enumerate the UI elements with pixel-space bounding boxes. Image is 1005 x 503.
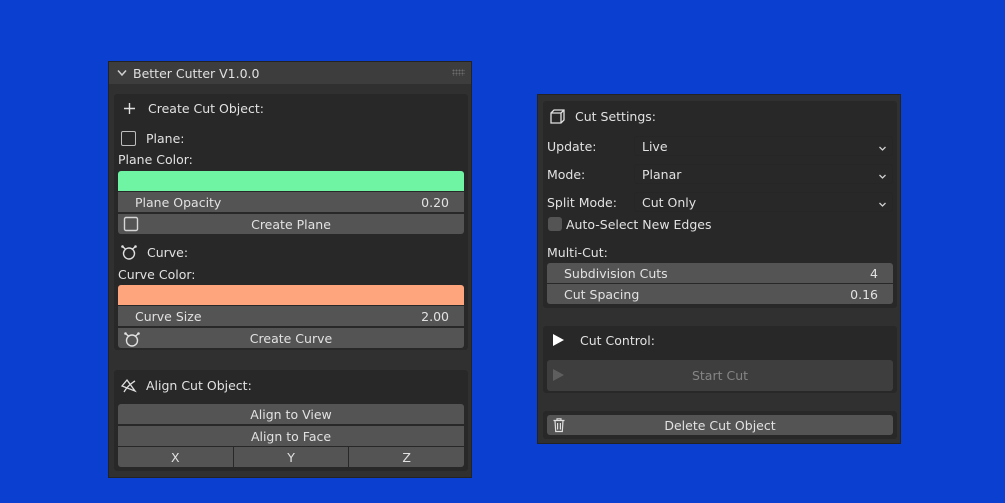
panel-title: Better Cutter V1.0.0: [133, 65, 260, 81]
curve-color-label: Curve Color:: [118, 266, 196, 282]
auto-select-checkbox[interactable]: [548, 217, 562, 231]
cut-settings-section: Cut Settings: Update: Live Mode: Planar …: [543, 101, 897, 308]
create-plane-button[interactable]: Create Plane: [118, 214, 464, 234]
align-section-heading: Align Cut Object:: [120, 375, 252, 395]
delete-cut-object-button[interactable]: Delete Cut Object: [547, 415, 893, 435]
align-to-view-label: Align to View: [250, 406, 332, 422]
curve-size-label: Curve Size: [135, 308, 202, 324]
start-cut-label: Start Cut: [691, 368, 749, 383]
plane-row[interactable]: Plane:: [121, 128, 185, 148]
curve-color-row: Curve Color:: [118, 264, 195, 284]
split-mode-label: Split Mode:: [547, 194, 617, 210]
create-section-heading: Create Cut Object:: [123, 98, 264, 118]
plane-color-swatch[interactable]: [118, 171, 464, 191]
plus-icon: [123, 102, 136, 115]
curve-size-slider[interactable]: Curve Size 2.00: [118, 306, 464, 326]
create-plane-label: Create Plane: [251, 216, 331, 232]
cut-settings-label: Cut Settings:: [575, 108, 657, 124]
split-mode-label-row: Split Mode:: [547, 192, 617, 212]
curve-color-swatch[interactable]: [118, 285, 464, 305]
update-label-row: Update:: [547, 136, 596, 156]
update-dropdown[interactable]: Live: [634, 136, 893, 156]
plane-checkbox[interactable]: [121, 130, 136, 146]
plane-label: Plane:: [146, 130, 185, 146]
align-to-face-label: Align to Face: [250, 428, 332, 444]
play-icon: [552, 333, 565, 347]
align-to-face-button[interactable]: Align to Face: [118, 426, 464, 446]
mode-dropdown[interactable]: Planar: [634, 164, 893, 184]
mode-label-row: Mode:: [547, 164, 585, 184]
plane-icon: [123, 216, 139, 235]
drag-handle-icon[interactable]: [452, 69, 465, 76]
curve-icon: [120, 243, 138, 261]
curve-label: Curve:: [147, 244, 189, 260]
mode-value: Planar: [642, 166, 682, 182]
cube-icon: [549, 108, 566, 125]
align-icon: [120, 377, 137, 394]
delete-section: Delete Cut Object: [543, 411, 897, 439]
subdivision-cuts-label: Subdivision Cuts: [564, 265, 668, 281]
trash-icon: [552, 417, 566, 436]
cut-spacing-label: Cut Spacing: [564, 286, 640, 302]
cut-control-label: Cut Control:: [580, 332, 655, 348]
plane-opacity-value: 0.20: [421, 194, 449, 210]
plane-opacity-label: Plane Opacity: [135, 194, 222, 210]
play-icon: [552, 368, 565, 385]
cut-spacing-value: 0.16: [850, 286, 878, 302]
chevron-down-icon: [878, 169, 887, 184]
auto-select-row[interactable]: Auto-Select New Edges: [548, 214, 712, 234]
better-cutter-panel: Better Cutter V1.0.0 Create Cut Object: …: [108, 61, 472, 478]
split-mode-dropdown[interactable]: Cut Only: [634, 192, 893, 212]
plane-opacity-slider[interactable]: Plane Opacity 0.20: [118, 192, 464, 212]
axis-x-button[interactable]: X: [118, 447, 233, 467]
start-cut-button[interactable]: Start Cut: [547, 360, 893, 391]
chevron-down-icon: [878, 197, 887, 212]
curve-row: Curve:: [120, 242, 188, 262]
plane-color-row: Plane Color:: [118, 149, 193, 169]
axis-y-button[interactable]: Y: [233, 447, 349, 467]
create-cut-object-section: Create Cut Object: Plane: Plane Color: P…: [114, 94, 468, 350]
create-curve-button[interactable]: Create Curve: [118, 328, 464, 348]
chevron-down-icon: [878, 141, 887, 156]
auto-select-label: Auto-Select New Edges: [566, 216, 712, 232]
multi-cut-row: Multi-Cut:: [547, 242, 608, 262]
update-value: Live: [642, 138, 668, 154]
update-label: Update:: [547, 138, 597, 154]
delete-cut-object-label: Delete Cut Object: [664, 417, 776, 433]
chevron-down-icon[interactable]: [117, 69, 127, 77]
curve-size-value: 2.00: [421, 308, 449, 324]
subdivision-cuts-value: 4: [870, 265, 878, 281]
multi-cut-label: Multi-Cut:: [547, 244, 608, 260]
cut-settings-panel: Cut Settings: Update: Live Mode: Planar …: [537, 94, 901, 444]
mode-label: Mode:: [547, 166, 586, 182]
axis-buttons: X Y Z: [118, 447, 465, 467]
create-curve-label: Create Curve: [249, 330, 333, 346]
split-mode-value: Cut Only: [642, 194, 697, 210]
cut-settings-heading: Cut Settings:: [549, 106, 656, 126]
plane-color-label: Plane Color:: [118, 151, 193, 167]
axis-z-button[interactable]: Z: [349, 447, 465, 467]
cut-spacing-field[interactable]: Cut Spacing 0.16: [547, 284, 893, 304]
create-section-label: Create Cut Object:: [148, 100, 264, 116]
align-cut-object-section: Align Cut Object: Align to View Align to…: [114, 370, 468, 471]
subdivision-cuts-field[interactable]: Subdivision Cuts 4: [547, 263, 893, 283]
panel-header[interactable]: Better Cutter V1.0.0: [109, 62, 471, 84]
align-section-label: Align Cut Object:: [146, 377, 252, 393]
align-to-view-button[interactable]: Align to View: [118, 404, 464, 424]
curve-icon: [123, 330, 141, 351]
cut-control-section: Cut Control: Start Cut: [543, 326, 897, 393]
cut-control-heading: Cut Control:: [552, 330, 655, 350]
